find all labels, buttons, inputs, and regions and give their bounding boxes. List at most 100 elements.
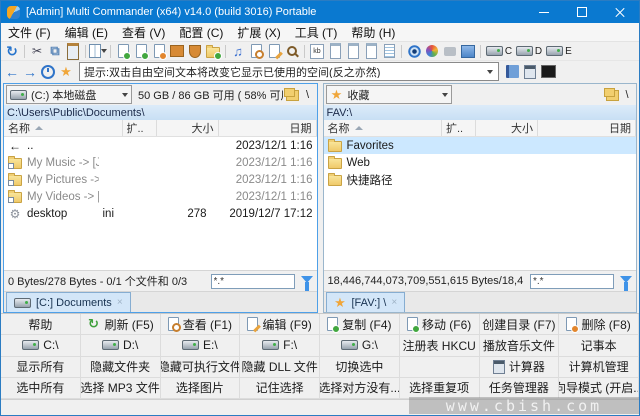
- quick-button-select-mp3[interactable]: 选择 MP3 文件: [81, 378, 161, 399]
- drive-d-button[interactable]: D: [514, 43, 544, 59]
- filter-funnel-icon[interactable]: [301, 276, 313, 283]
- calculator-icon[interactable]: [521, 64, 539, 80]
- file-move-icon[interactable]: [132, 43, 150, 59]
- command-prompt-icon[interactable]: [539, 64, 557, 80]
- history-icon[interactable]: [39, 64, 57, 80]
- close-icon[interactable]: ×: [391, 297, 397, 308]
- quick-button-hide-dll[interactable]: 隐藏 DLL 文件: [240, 357, 320, 378]
- file-row-up[interactable]: .. 2023/12/1 1:16: [4, 137, 317, 154]
- quick-button-select-all[interactable]: 选中所有: [1, 378, 81, 399]
- quick-button-edit[interactable]: 编辑 (F9): [240, 314, 320, 335]
- cut-icon[interactable]: [28, 43, 46, 59]
- file-delete-icon[interactable]: [150, 43, 168, 59]
- go-root-button[interactable]: \: [301, 89, 315, 101]
- quick-button-refresh[interactable]: 刷新 (F5): [81, 314, 161, 335]
- folder-tree-icon[interactable]: [283, 87, 301, 103]
- column-name[interactable]: 名称: [324, 120, 443, 136]
- quick-button-hide-exe[interactable]: 隐藏可执行文件: [161, 357, 241, 378]
- color-sphere-icon[interactable]: [423, 43, 441, 59]
- menu-view[interactable]: 查看 (V): [115, 23, 172, 41]
- paste-icon[interactable]: [64, 43, 82, 59]
- file-row-selected[interactable]: Favorites: [324, 137, 637, 154]
- quick-button-help[interactable]: 帮助: [1, 314, 81, 335]
- quick-button-show-all[interactable]: 显示所有: [1, 357, 81, 378]
- file-row[interactable]: My Pictures -> [J] C:\Users\Public\Pictu…: [4, 171, 317, 188]
- left-drive-selector[interactable]: (C:) 本地磁盘: [6, 85, 132, 104]
- filter-input[interactable]: [211, 274, 295, 289]
- column-date[interactable]: 日期: [219, 120, 317, 136]
- split-view-icon[interactable]: [89, 43, 107, 59]
- quick-button-drive-f[interactable]: F:\: [240, 335, 320, 356]
- quick-button-toggle-selection[interactable]: 切换选中: [320, 357, 400, 378]
- file-row[interactable]: 快捷路径: [324, 171, 637, 188]
- quick-button-copy[interactable]: 复制 (F4): [320, 314, 400, 335]
- file-copy-icon[interactable]: [114, 43, 132, 59]
- right-drive-selector[interactable]: 收藏: [326, 85, 452, 104]
- filter-funnel-icon[interactable]: [620, 276, 632, 283]
- edit-file-icon[interactable]: [265, 43, 283, 59]
- clipboard-2-icon[interactable]: [344, 43, 362, 59]
- file-row[interactable]: Web: [324, 154, 637, 171]
- drive-e-button[interactable]: E: [544, 43, 574, 59]
- favorites-icon[interactable]: [57, 64, 75, 80]
- clipboard-1-icon[interactable]: [326, 43, 344, 59]
- forward-icon[interactable]: [21, 64, 39, 80]
- quick-button-drive-d[interactable]: D:\: [81, 335, 161, 356]
- refresh-icon[interactable]: [3, 43, 21, 59]
- free-space-label[interactable]: 50 GB / 86 GB 可用 ( 58% 可用 ): [132, 87, 283, 103]
- quick-button-drive-e[interactable]: E:\: [161, 335, 241, 356]
- quick-button-drive-g[interactable]: G:\: [320, 335, 400, 356]
- tab-favorites[interactable]: [FAV:] \ ×: [326, 292, 406, 312]
- quick-button-select-images[interactable]: 选择图片: [161, 378, 241, 399]
- pack-icon[interactable]: [168, 43, 186, 59]
- quick-button-play-music[interactable]: 播放音乐文件: [480, 335, 560, 356]
- menu-config[interactable]: 配置 (C): [172, 23, 230, 41]
- column-ext[interactable]: 扩..: [442, 120, 476, 136]
- copy-icon[interactable]: [46, 43, 64, 59]
- quick-button-remember-selection[interactable]: 记住选择: [240, 378, 320, 399]
- menu-file[interactable]: 文件 (F): [1, 23, 58, 41]
- book-icon[interactable]: [503, 64, 521, 80]
- chevron-down-icon[interactable]: [482, 63, 498, 80]
- column-size[interactable]: 大小: [476, 120, 538, 136]
- filter-input[interactable]: [530, 274, 614, 289]
- file-row[interactable]: My Music -> [J] C:\Users\Public\Music 20…: [4, 154, 317, 171]
- column-ext[interactable]: 扩..: [123, 120, 157, 136]
- maximize-button[interactable]: [563, 1, 601, 23]
- quick-button-hide-folders[interactable]: 隐藏文件夹: [81, 357, 161, 378]
- column-date[interactable]: 日期: [538, 120, 636, 136]
- quick-button-mkdir[interactable]: 创建目录 (F7): [480, 314, 560, 335]
- blue-window-icon[interactable]: [459, 43, 477, 59]
- notes-icon[interactable]: [380, 43, 398, 59]
- quick-button-drive-c[interactable]: C:\: [1, 335, 81, 356]
- tab-c-documents[interactable]: [C:] Documents ×: [6, 292, 131, 312]
- kb-size-icon[interactable]: kb: [308, 43, 326, 59]
- menu-tools[interactable]: 工具 (T): [288, 23, 345, 41]
- go-root-button[interactable]: \: [620, 89, 634, 101]
- quick-button-computer-mgmt[interactable]: 计算机管理: [559, 357, 639, 378]
- file-row[interactable]: desktop ini 278 2019/12/7 17:12: [4, 205, 317, 222]
- hint-input[interactable]: [80, 66, 482, 78]
- folder-tree-icon[interactable]: [602, 87, 620, 103]
- menu-help[interactable]: 帮助 (H): [344, 23, 402, 41]
- left-path-bar[interactable]: C:\Users\Public\Documents\: [4, 105, 317, 120]
- unpack-icon[interactable]: [186, 43, 204, 59]
- column-name[interactable]: 名称: [4, 120, 123, 136]
- search-icon[interactable]: [283, 43, 301, 59]
- music-icon[interactable]: [229, 43, 247, 59]
- drive-c-button[interactable]: C: [484, 43, 514, 59]
- quick-button-calculator[interactable]: 计算器: [480, 357, 560, 378]
- menu-extensions[interactable]: 扩展 (X): [230, 23, 287, 41]
- hint-combobox[interactable]: [79, 62, 499, 81]
- right-path-bar[interactable]: FAV:\: [324, 105, 637, 120]
- quick-button-delete[interactable]: 删除 (F8): [559, 314, 639, 335]
- quick-button-move[interactable]: 移动 (F6): [400, 314, 480, 335]
- clipboard-3-icon[interactable]: [362, 43, 380, 59]
- quick-button-view[interactable]: 查看 (F1): [161, 314, 241, 335]
- preview-eye-icon[interactable]: [405, 43, 423, 59]
- pane-divider[interactable]: [319, 82, 322, 313]
- column-size[interactable]: 大小: [157, 120, 219, 136]
- view-file-icon[interactable]: [247, 43, 265, 59]
- comment-icon[interactable]: [441, 43, 459, 59]
- quick-button-notepad[interactable]: 记事本: [559, 335, 639, 356]
